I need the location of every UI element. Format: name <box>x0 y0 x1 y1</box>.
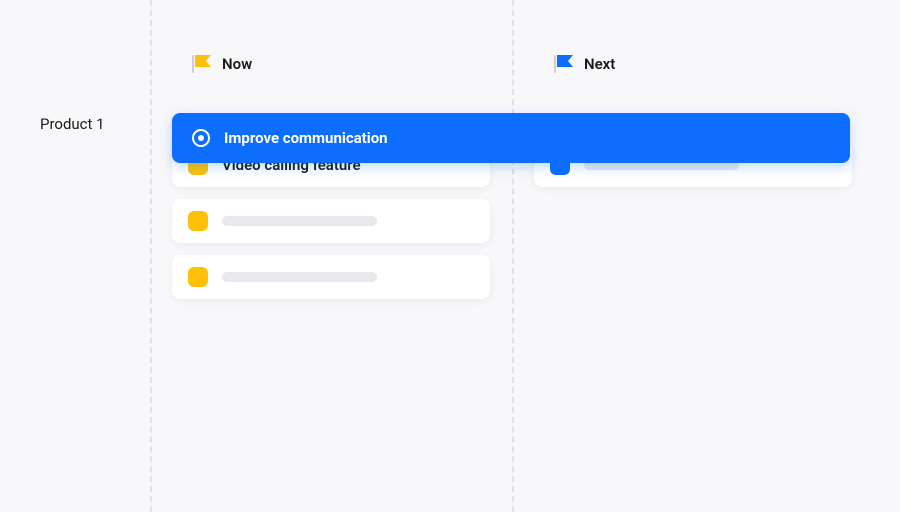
columns-wrapper: Improve communication Now Video calling … <box>150 0 900 512</box>
column-header-now: Now <box>172 55 490 73</box>
flag-icon <box>554 55 574 73</box>
card-chip-icon <box>188 211 208 231</box>
card-placeholder <box>222 272 377 282</box>
row-label: Product 1 <box>0 0 150 512</box>
card-placeholder <box>222 216 377 226</box>
card-chip-icon <box>188 267 208 287</box>
column-now: Now Video calling feature <box>150 0 512 512</box>
goal-title: Improve communication <box>224 129 388 147</box>
column-divider <box>512 0 514 512</box>
column-header-next: Next <box>534 55 852 73</box>
column-divider <box>150 0 152 512</box>
roadmap-board: Product 1 Improve communication Now <box>0 0 900 512</box>
column-title: Next <box>584 55 615 73</box>
cards-now: Video calling feature <box>172 143 490 299</box>
card[interactable] <box>172 255 490 299</box>
goal-banner[interactable]: Improve communication <box>172 113 850 163</box>
column-title: Now <box>222 55 252 73</box>
product-name: Product 1 <box>40 115 105 133</box>
flag-icon <box>192 55 212 73</box>
card[interactable] <box>172 199 490 243</box>
column-next: Next <box>512 0 874 512</box>
target-icon <box>192 129 210 147</box>
